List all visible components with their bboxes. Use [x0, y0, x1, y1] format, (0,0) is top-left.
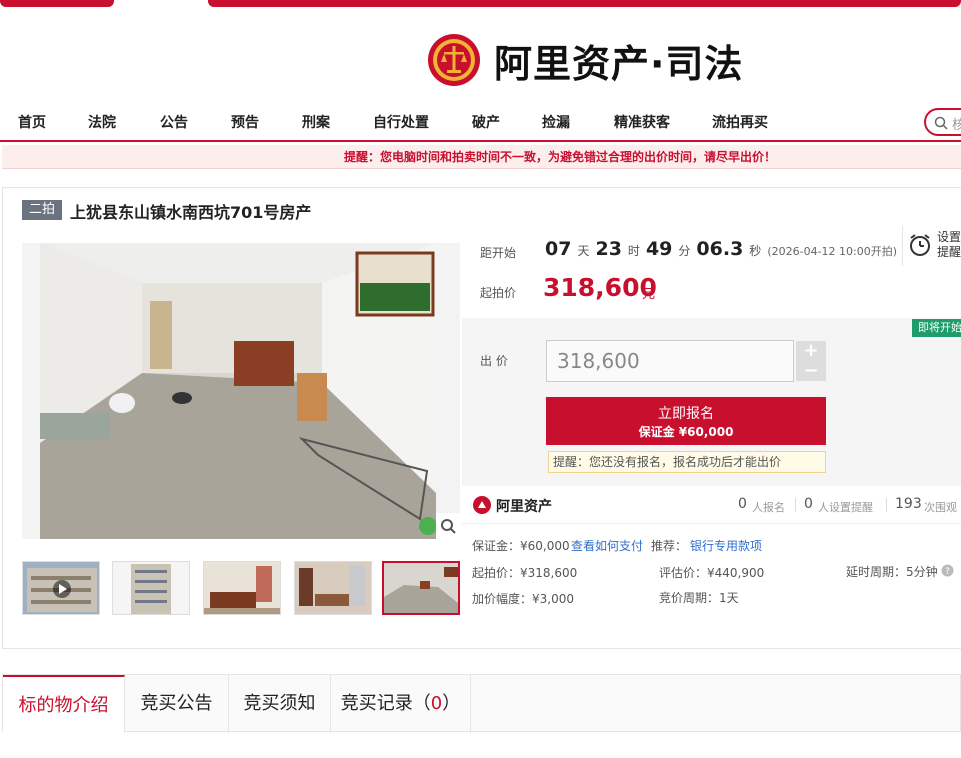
top-accent-bar-right: [208, 0, 961, 7]
deposit-detail: 保证金：¥60,000: [472, 539, 570, 553]
countdown-hours: 23: [595, 238, 622, 260]
signup-button-label: 立即报名: [658, 406, 714, 422]
set-reminder-button[interactable]: 设置 提醒: [902, 226, 961, 266]
thumbnail-building-image: [113, 562, 189, 614]
thumbnail-5-selected[interactable]: [382, 561, 460, 615]
search-placeholder: 核: [952, 118, 961, 133]
bid-records-close-paren: ）: [442, 693, 461, 714]
bank-account-link[interactable]: 银行专用款项: [690, 537, 762, 554]
bid-increase-button[interactable]: +: [796, 341, 826, 361]
nav-item-preview[interactable]: 预告: [231, 112, 259, 132]
zoom-button[interactable]: [436, 513, 460, 539]
nav-item-announcement[interactable]: 公告: [160, 112, 188, 132]
room-photo: [22, 243, 460, 539]
nav-item-precise-leads[interactable]: 精准获客: [614, 112, 670, 132]
recommend-label: 推荐：: [651, 539, 688, 553]
countdown-minutes: 49: [645, 238, 673, 260]
stats-row: 阿里资产 0 人报名 0 人设置提醒 193 次围观: [462, 486, 961, 524]
signup-count: 0: [738, 496, 747, 512]
top-accent-bar-left: [0, 0, 114, 7]
countdown-seconds: 06.3: [696, 238, 744, 260]
countdown-minutes-unit: 分: [678, 244, 691, 258]
nav-item-court[interactable]: 法院: [88, 112, 116, 132]
thumbnail-bedroom-image: [204, 562, 280, 614]
nav-item-bargain[interactable]: 捡漏: [542, 112, 570, 132]
reminder-label-line2: 提醒: [937, 245, 961, 259]
upcoming-ribbon: 即将开始: [912, 319, 961, 337]
nav-item-home[interactable]: 首页: [18, 112, 46, 132]
time-mismatch-notice: 提醒：您电脑时间和拍卖时间不一致，为避免错过合理的出价时间，请尽早出价！: [2, 145, 961, 169]
how-to-pay-link[interactable]: 查看如何支付: [571, 537, 643, 554]
stats-divider: [886, 498, 887, 512]
view-count-label: 次围观: [924, 501, 957, 514]
ali-assets-logo-icon: [473, 496, 491, 514]
countdown-days-unit: 天: [577, 244, 590, 258]
nav-item-self-disposal[interactable]: 自行处置: [373, 112, 429, 132]
thumbnail-4[interactable]: [294, 561, 372, 615]
delay-period-detail: 延时周期：5分钟: [846, 565, 938, 579]
main-photo[interactable]: [22, 243, 460, 539]
thumbnail-3[interactable]: [203, 561, 281, 615]
countdown-start-note: (2026-04-12 10:00开拍): [767, 245, 898, 258]
reminder-count: 0: [804, 496, 813, 512]
search-icon: [934, 116, 948, 130]
thumbnail-video-image: [23, 562, 99, 614]
brand-title: 阿里资产·司法: [494, 41, 744, 86]
tab-bid-records[interactable]: 竞买记录（0）: [331, 675, 471, 733]
auction-cycle-detail: 竞价周期：1天: [659, 591, 739, 605]
nav-item-criminal[interactable]: 刑案: [302, 112, 330, 132]
tab-item-intro[interactable]: 标的物介绍: [3, 675, 125, 733]
countdown-timer: 07 天 23 时 49 分 06.3 秒 (2026-04-12 10:00开…: [545, 238, 897, 260]
countdown-label: 距开始: [480, 246, 517, 260]
signup-deposit-label: 保证金 ¥60,000: [638, 425, 734, 439]
signup-count-label: 人报名: [752, 501, 785, 514]
start-price-unit: 元: [642, 287, 656, 302]
item-title: 上犹县东山镇水南西坑701号房产: [70, 203, 312, 222]
bid-records-label: 竞买记录: [340, 693, 413, 714]
thumbnail-living-room-image: [384, 563, 458, 613]
nav-item-relist[interactable]: 流拍再买: [712, 112, 768, 132]
stats-divider: [795, 498, 796, 512]
tab-auction-notice[interactable]: 竞买须知: [229, 675, 331, 733]
bid-decrease-button[interactable]: −: [796, 361, 826, 381]
countdown-days: 07: [545, 238, 572, 260]
tab-auction-announcement[interactable]: 竞买公告: [125, 675, 229, 733]
thumbnail-1[interactable]: [22, 561, 100, 615]
reminder-count-label: 人设置提醒: [818, 501, 873, 514]
detail-tabs: 标的物介绍 竞买公告 竞买须知 竞买记录（0）: [2, 674, 961, 733]
page-root: 阿里资产·司法 首页 法院 公告 预告 刑案 自行处置 破产 捡漏 精准获客 流…: [0, 0, 961, 758]
countdown-hours-unit: 时: [627, 244, 640, 258]
thumbnail-2[interactable]: [112, 561, 190, 615]
help-icon[interactable]: ?: [941, 564, 954, 577]
start-price-label: 起拍价: [480, 286, 517, 300]
start-price-detail: 起拍价：¥318,600: [472, 566, 578, 580]
zoom-icon: [441, 519, 456, 534]
search-input[interactable]: 核: [924, 108, 961, 136]
brand-header[interactable]: 阿里资产·司法: [426, 30, 743, 90]
nav-item-bankruptcy[interactable]: 破产: [472, 112, 500, 132]
main-nav: 首页 法院 公告 预告 刑案 自行处置 破产 捡漏 精准获客 流拍再买: [0, 104, 961, 142]
round-tag: 二拍: [22, 200, 62, 220]
signup-button[interactable]: 立即报名 保证金 ¥60,000: [546, 397, 826, 445]
start-price-value: 318,600: [543, 273, 657, 302]
appraisal-price-detail: 评估价：¥440,900: [659, 566, 765, 580]
bid-records-count: 0: [430, 693, 443, 714]
thumbnail-room-image: [295, 562, 371, 614]
court-emblem-icon: [428, 34, 480, 86]
svg-text:?: ?: [945, 567, 950, 577]
bid-amount-input[interactable]: 318,600: [546, 340, 794, 382]
signup-hint: 提醒：您还没有报名，报名成功后才能出价: [548, 451, 826, 473]
alarm-clock-icon: [910, 234, 930, 256]
bid-records-open-paren: （: [412, 693, 431, 714]
countdown-seconds-unit: 秒: [749, 244, 762, 258]
view-count: 193: [895, 496, 922, 512]
bid-label: 出 价: [480, 354, 508, 368]
ali-assets-logo-text: 阿里资产: [496, 499, 552, 515]
increment-detail: 加价幅度：¥3,000: [472, 592, 574, 606]
